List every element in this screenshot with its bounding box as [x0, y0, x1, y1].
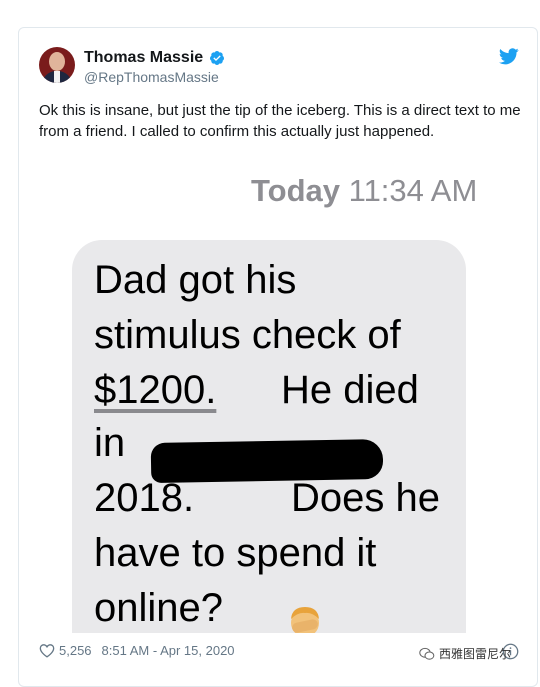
heart-icon[interactable] — [39, 643, 55, 658]
tweet-card: Thomas Massie @RepThomasMassie Ok this i… — [18, 27, 538, 687]
tweet-media-image[interactable]: Today 11:34 AM Dad got his stimulus chec… — [39, 163, 519, 633]
avatar[interactable] — [39, 47, 75, 83]
author-handle[interactable]: @RepThomasMassie — [84, 69, 219, 85]
watermark-text: 西雅图雷尼尔 — [439, 647, 512, 661]
watermark: 西雅图雷尼尔 — [419, 645, 511, 662]
tweet-timestamp[interactable]: 8:51 AM - Apr 15, 2020 — [102, 643, 235, 658]
message-line: online? — [94, 586, 224, 630]
tweet-text: Ok this is insane, but just the tip of t… — [39, 102, 521, 140]
message-line: 2018. — [94, 476, 195, 520]
message-line: Does he — [291, 476, 440, 520]
message-line: have to spend it — [94, 531, 377, 575]
message-line: He died — [281, 368, 419, 412]
author-name[interactable]: Thomas Massie — [84, 49, 203, 67]
message-timestamp: Today 11:34 AM — [251, 173, 478, 208]
message-amount: $1200. — [94, 368, 217, 412]
message-line: Dad got his — [94, 258, 297, 302]
tweet-footer: 5,256 8:51 AM - Apr 15, 2020 — [39, 643, 235, 658]
wechat-icon — [419, 647, 435, 660]
verified-badge-icon — [209, 51, 224, 65]
twitter-bird-icon[interactable] — [499, 48, 519, 65]
like-count: 5,256 — [59, 643, 92, 658]
message-line: in — [94, 421, 126, 465]
message-line: stimulus check of — [94, 313, 401, 357]
facepalm-emoji-icon — [291, 607, 319, 633]
